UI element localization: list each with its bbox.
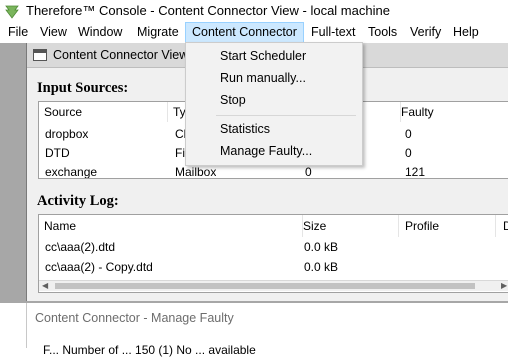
- manage-faulty-dialog: Content Connector - Manage Faulty F... N…: [26, 303, 508, 357]
- title-bar: Therefore™ Console - Content Connector V…: [0, 0, 508, 22]
- child-window-title: Content Connector View: [53, 48, 189, 62]
- column-header-faulty[interactable]: Faulty: [396, 102, 508, 122]
- faulty-cell: 121: [405, 165, 426, 179]
- menu-content-connector[interactable]: Content Connector: [185, 22, 304, 43]
- window-title: Therefore™ Console - Content Connector V…: [26, 3, 390, 18]
- input-sources-heading: Input Sources:: [37, 80, 129, 96]
- menu-item-statistics[interactable]: Statistics: [220, 122, 270, 136]
- scroll-left-icon[interactable]: ◀: [42, 281, 48, 291]
- scrollbar-thumb[interactable]: [55, 283, 475, 289]
- menu-migrate[interactable]: Migrate: [131, 22, 185, 43]
- size-cell: 0.0 kB: [304, 240, 339, 254]
- source-cell: dropbox: [45, 127, 89, 141]
- content-connector-menu: Start Scheduler Run manually... Stop Sta…: [185, 42, 363, 166]
- size-cell: 0.0 kB: [304, 260, 339, 274]
- scroll-right-icon[interactable]: ▶: [501, 281, 507, 291]
- name-cell: cc\aaa(2).dtd: [45, 240, 116, 254]
- menu-window[interactable]: Window: [72, 22, 128, 43]
- menu-file[interactable]: File: [2, 22, 34, 43]
- menu-item-manage-faulty[interactable]: Manage Faulty...: [220, 144, 312, 158]
- menu-separator: [216, 115, 356, 116]
- faulty-cell: 0: [405, 146, 412, 160]
- menu-verify[interactable]: Verify: [404, 22, 447, 43]
- column-header-date[interactable]: D: [498, 215, 508, 237]
- menu-help[interactable]: Help: [447, 22, 485, 43]
- menu-full-text[interactable]: Full-text: [305, 22, 361, 43]
- activity-log-heading: Activity Log:: [37, 193, 119, 209]
- count-cell: 0: [305, 165, 312, 179]
- menu-bar: File View Window Migrate Content Connect…: [0, 22, 508, 43]
- faulty-cell: 0: [405, 127, 412, 141]
- activity-log-list[interactable]: Name Size Profile D cc\aaa(2).dtd 0.0 kB…: [38, 214, 508, 293]
- menu-item-run-manually[interactable]: Run manually...: [220, 71, 306, 85]
- source-cell: DTD: [45, 146, 70, 160]
- menu-view[interactable]: View: [34, 22, 73, 43]
- menu-tools[interactable]: Tools: [362, 22, 403, 43]
- type-cell: Mailbox: [175, 165, 217, 179]
- menu-item-start-scheduler[interactable]: Start Scheduler: [220, 49, 306, 63]
- window-icon: [33, 49, 47, 61]
- menu-item-stop[interactable]: Stop: [220, 93, 246, 107]
- horizontal-scrollbar[interactable]: ◀ ▶: [39, 280, 508, 291]
- column-header-source[interactable]: Source: [39, 102, 168, 122]
- source-cell: exchange: [45, 165, 98, 179]
- column-header-size[interactable]: Size: [298, 215, 399, 237]
- column-header-name[interactable]: Name: [39, 215, 303, 237]
- dialog-title: Content Connector - Manage Faulty: [35, 311, 234, 325]
- name-cell: cc\aaa(2) - Copy.dtd: [45, 260, 153, 274]
- therefore-logo-icon: [4, 3, 20, 19]
- column-header-profile[interactable]: Profile: [400, 215, 496, 237]
- dialog-summary-text: F... Number of ... 150 (1) No ... availa…: [43, 343, 256, 357]
